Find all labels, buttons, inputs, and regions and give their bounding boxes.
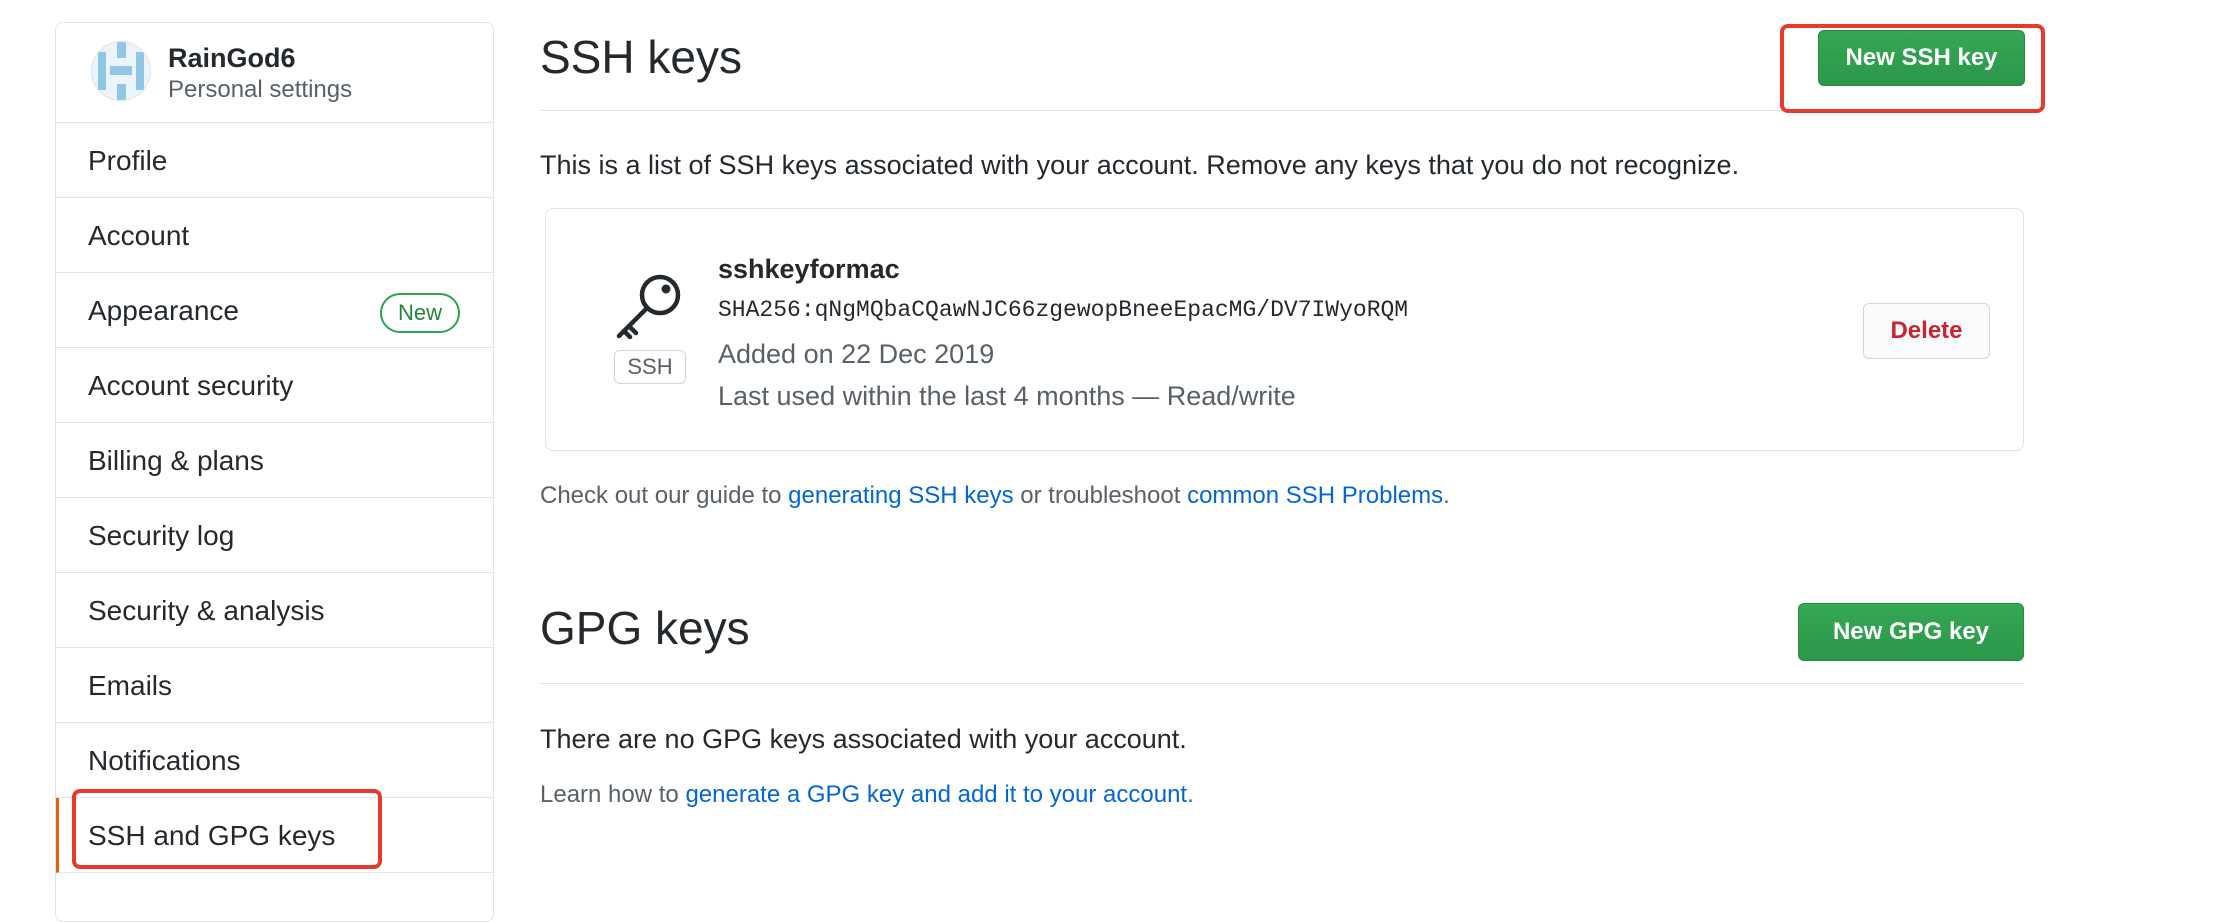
sidebar-item-label: Appearance bbox=[88, 295, 240, 326]
guide-suffix: . bbox=[1443, 482, 1450, 509]
sidebar-item-label: Emails bbox=[88, 670, 173, 701]
learn-suffix: . bbox=[1187, 781, 1194, 808]
user-subtitle: Personal settings bbox=[168, 76, 353, 103]
settings-sidebar: RainGod6 Personal settings Profile Accou… bbox=[55, 22, 494, 922]
ssh-key-item: SSH sshkeyformac SHA256:qNgMQbaCQawNJC66… bbox=[545, 208, 2024, 451]
ssh-type-tag: SSH bbox=[614, 350, 686, 384]
sidebar-item-account[interactable]: Account bbox=[56, 198, 493, 273]
sidebar-item-label: Security & analysis bbox=[88, 595, 325, 626]
sidebar-item-appearance[interactable]: Appearance New bbox=[56, 273, 493, 348]
key-last-used: Last used within the last 4 months — Rea… bbox=[718, 381, 1296, 411]
gpg-learn-text: Learn how to generate a GPG key and add … bbox=[540, 781, 1194, 809]
sidebar-item-label: Account security bbox=[88, 370, 294, 401]
sidebar-item-profile[interactable]: Profile bbox=[56, 123, 493, 198]
sidebar-item-account-security[interactable]: Account security bbox=[56, 348, 493, 423]
generate-gpg-key-link[interactable]: generate a GPG key and add it to your ac… bbox=[685, 781, 1187, 808]
ssh-guide-text: Check out our guide to generating SSH ke… bbox=[540, 482, 1450, 510]
delete-key-button[interactable]: Delete bbox=[1863, 303, 1990, 359]
generating-ssh-keys-link[interactable]: generating SSH keys bbox=[788, 482, 1013, 509]
key-icon bbox=[616, 274, 681, 339]
sidebar-item-label: Account bbox=[88, 220, 190, 251]
new-badge: New bbox=[379, 293, 460, 333]
common-ssh-problems-link[interactable]: common SSH Problems bbox=[1187, 482, 1443, 509]
highlight-new-ssh-key bbox=[1780, 24, 2045, 113]
ssh-description: This is a list of SSH keys associated wi… bbox=[540, 150, 1740, 180]
avatar[interactable] bbox=[91, 41, 151, 101]
sidebar-item-security-analysis[interactable]: Security & analysis bbox=[56, 573, 493, 648]
sidebar-item-label: Billing & plans bbox=[88, 445, 264, 476]
guide-prefix: Check out our guide to bbox=[540, 482, 789, 509]
key-added-date: Added on 22 Dec 2019 bbox=[718, 339, 995, 369]
sidebar-item-label: Profile bbox=[88, 145, 168, 176]
gpg-empty-text: There are no GPG keys associated with yo… bbox=[540, 724, 1187, 754]
sidebar-item-label: Notifications bbox=[88, 745, 241, 776]
sidebar-user-header: RainGod6 Personal settings bbox=[56, 23, 493, 123]
key-name: sshkeyformac bbox=[718, 254, 900, 284]
sidebar-item-billing[interactable]: Billing & plans bbox=[56, 423, 493, 498]
sidebar-item-label: Security log bbox=[88, 520, 235, 551]
gpg-divider bbox=[540, 683, 2024, 684]
learn-prefix: Learn how to bbox=[540, 781, 686, 808]
guide-middle: or troubleshoot bbox=[1013, 482, 1188, 509]
key-fingerprint: SHA256:qNgMQbaCQawNJC66zgewopBneeEpacMG/… bbox=[718, 297, 1409, 323]
sidebar-item-notifications[interactable]: Notifications bbox=[56, 723, 493, 798]
sidebar-item-security-log[interactable]: Security log bbox=[56, 498, 493, 573]
ssh-keys-title: SSH keys bbox=[540, 31, 742, 83]
gpg-keys-title: GPG keys bbox=[540, 602, 750, 654]
user-name[interactable]: RainGod6 bbox=[168, 43, 296, 74]
sidebar-item-emails[interactable]: Emails bbox=[56, 648, 493, 723]
highlight-ssh-gpg-keys bbox=[72, 789, 382, 869]
new-gpg-key-button[interactable]: New GPG key bbox=[1798, 603, 2024, 661]
